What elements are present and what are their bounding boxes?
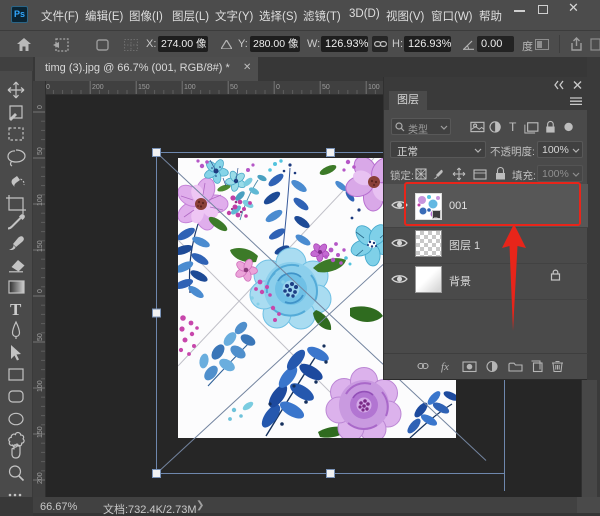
svg-text:T: T — [509, 120, 517, 134]
svg-text:T: T — [10, 300, 22, 319]
svg-text:fx: fx — [441, 361, 449, 373]
